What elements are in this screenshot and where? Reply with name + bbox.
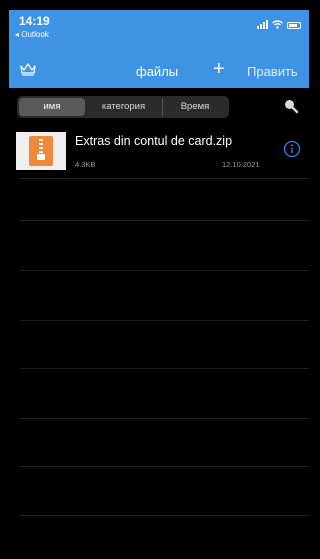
status-icons [257,20,301,29]
file-date: 12.10.2021 [222,160,260,169]
file-thumbnail [16,132,66,170]
status-time: 14:19 [19,14,50,28]
row-divider [20,178,309,179]
phone-screen: 14:19 ◂ Outlook файлы + Править имя кате… [9,10,309,559]
battery-icon [287,22,301,29]
row-divider [20,270,309,271]
sort-by-time-tab[interactable]: Время [163,98,227,116]
page-title: файлы [136,64,179,79]
edit-button[interactable]: Править [247,64,298,79]
search-icon[interactable] [283,98,299,114]
header-bar: 14:19 ◂ Outlook файлы + Править [9,10,309,88]
row-divider [20,220,309,221]
wifi-icon [272,20,283,29]
add-button[interactable]: + [213,58,225,81]
back-to-app-link[interactable]: ◂ Outlook [15,30,49,39]
file-size: 4.3KB [75,160,96,169]
row-divider [20,466,309,467]
row-divider [20,320,309,321]
zip-file-icon [29,136,53,166]
file-name: Extras din contul de card.zip [75,134,233,148]
sort-by-name-tab[interactable]: имя [19,98,85,116]
file-list-item[interactable]: Extras din contul de card.zip 4.3KB 12.1… [9,124,309,178]
row-divider [20,515,309,516]
navigation-bar: файлы + Править [9,58,309,84]
row-divider [20,368,309,369]
crown-icon[interactable] [19,62,37,76]
info-icon[interactable] [283,140,301,158]
sort-by-category-tab[interactable]: категория [85,98,163,116]
signal-icon [257,20,268,29]
sort-segmented-control: имя категория Время [17,96,229,118]
row-divider [20,418,309,419]
